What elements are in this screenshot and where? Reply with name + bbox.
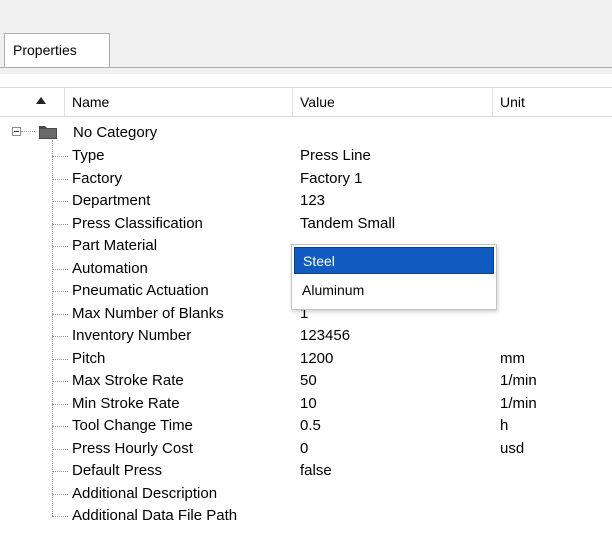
property-value[interactable]: Tandem Small [300, 213, 395, 235]
tree-connector [52, 448, 68, 450]
property-name: Type [72, 147, 105, 164]
tree-connector [52, 471, 68, 472]
property-name: Default Press [72, 462, 163, 479]
property-name: Min Stroke Rate [72, 394, 180, 412]
tree-connector [52, 156, 68, 157]
property-value[interactable]: 1200 [300, 348, 333, 370]
table-row[interactable]: Type Press Line [0, 145, 612, 167]
tree-connector [52, 516, 68, 517]
property-value[interactable]: 50 [300, 370, 317, 392]
property-name: Tool Change Time [72, 417, 193, 434]
tab-properties[interactable]: Properties [4, 33, 110, 67]
property-value[interactable]: 123456 [300, 325, 350, 347]
property-value[interactable]: 10 [300, 393, 317, 415]
tree-connector [52, 358, 68, 360]
tree-connector [52, 493, 68, 495]
table-row[interactable]: Press Hourly Cost 0 usd [0, 438, 612, 460]
dropdown-option-aluminum[interactable]: Aluminum [294, 277, 494, 304]
property-name: Pneumatic Actuation [72, 282, 209, 299]
property-value[interactable]: 0 [300, 438, 308, 460]
property-name: Factory [72, 169, 123, 187]
tree-connector [21, 131, 35, 132]
property-unit: h [500, 417, 509, 434]
property-value[interactable]: Factory 1 [300, 168, 363, 190]
property-unit: usd [500, 439, 525, 457]
property-name: Press Hourly Cost [72, 439, 193, 457]
tree-connector [52, 246, 68, 247]
collapse-minus-icon[interactable] [12, 127, 21, 136]
tree-connector [52, 381, 68, 382]
tree-connector [52, 426, 68, 427]
property-value[interactable]: Press Line [300, 145, 371, 167]
tree-connector [52, 201, 68, 202]
tab-label: Properties [13, 42, 77, 58]
table-row[interactable]: Max Stroke Rate 50 1/min [0, 370, 612, 392]
folder-icon [39, 126, 57, 139]
property-value[interactable]: false [300, 460, 332, 482]
property-value[interactable]: 0.5 [300, 415, 321, 437]
table-row[interactable]: Pitch 1200 mm [0, 348, 612, 370]
tab-divider [0, 67, 612, 68]
tree-connector [52, 223, 68, 225]
property-name: Part Material [72, 237, 158, 254]
table-row[interactable]: Additional Data File Path [0, 505, 612, 527]
table-row[interactable]: Inventory Number 123456 [0, 325, 612, 347]
tree-connector [52, 291, 68, 292]
property-name: Press Classification [72, 214, 203, 232]
tree-connector [52, 313, 68, 315]
header-unit[interactable]: Unit [500, 88, 525, 116]
header-divider[interactable] [492, 88, 493, 116]
property-unit: mm [500, 349, 525, 367]
table-row[interactable]: Additional Description [0, 483, 612, 505]
property-unit: 1/min [500, 394, 537, 412]
table-row[interactable]: Factory Factory 1 [0, 168, 612, 190]
property-name: Max Stroke Rate [72, 372, 184, 389]
table-row[interactable]: Department 123 [0, 190, 612, 212]
property-name: Additional Description [72, 484, 218, 502]
category-label[interactable]: No Category [73, 122, 157, 144]
column-header: Name Value Unit [0, 87, 612, 117]
property-value[interactable]: 123 [300, 190, 325, 212]
part-material-dropdown[interactable]: Steel Aluminum [291, 244, 497, 310]
property-unit: 1/min [500, 372, 537, 389]
tree-connector [52, 268, 68, 270]
dropdown-option-steel[interactable]: Steel [294, 247, 494, 274]
property-name: Additional Data File Path [72, 507, 238, 524]
tree-connector [52, 178, 68, 180]
property-name: Department [72, 192, 151, 209]
table-row[interactable]: Tool Change Time 0.5 h [0, 415, 612, 437]
property-name: Pitch [72, 349, 106, 367]
property-name: Automation [72, 259, 148, 277]
table-row[interactable]: Press Classification Tandem Small [0, 213, 612, 235]
sort-up-icon[interactable] [36, 97, 46, 104]
tree-connector [52, 336, 68, 337]
tree-connector [52, 403, 68, 405]
header-divider[interactable] [292, 88, 293, 116]
header-divider[interactable] [64, 88, 65, 116]
property-name: Max Number of Blanks [72, 304, 224, 322]
header-name[interactable]: Name [72, 88, 109, 116]
table-row[interactable]: Default Press false [0, 460, 612, 482]
property-name: Inventory Number [72, 327, 192, 344]
header-value[interactable]: Value [300, 88, 335, 116]
table-row[interactable]: Min Stroke Rate 10 1/min [0, 393, 612, 415]
